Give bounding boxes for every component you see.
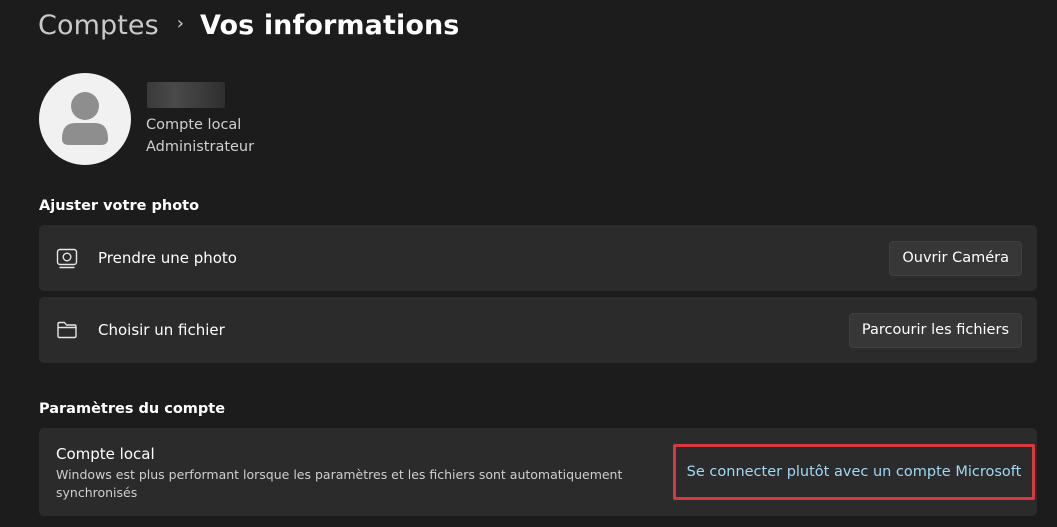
person-icon [62, 92, 108, 145]
local-account-title: Compte local [56, 445, 155, 463]
breadcrumb-parent-link[interactable]: Comptes [38, 10, 159, 41]
photo-section-title: Ajuster votre photo [39, 198, 200, 214]
account-section-title: Paramètres du compte [39, 401, 226, 417]
account-role: Administrateur [146, 139, 255, 155]
microsoft-signin-link[interactable]: Se connecter plutôt avec un compte Micro… [687, 464, 1022, 480]
browse-files-button[interactable]: Parcourir les fichiers [848, 312, 1022, 348]
breadcrumb-separator: › [176, 12, 184, 34]
account-type: Compte local [146, 117, 242, 133]
folder-icon [57, 321, 77, 339]
choose-file-card: Choisir un fichier Parcourir les fichier… [39, 297, 1037, 363]
open-camera-button[interactable]: Ouvrir Caméra [889, 240, 1022, 276]
take-photo-card: Prendre une photo Ouvrir Caméra [39, 225, 1037, 291]
profile-info: Compte local Administrateur [146, 82, 255, 165]
breadcrumb: Comptes › Vos informations [38, 6, 459, 44]
microsoft-signin-highlight: Se connecter plutôt avec un compte Micro… [673, 444, 1035, 500]
take-photo-label: Prendre une photo [98, 249, 237, 267]
redacted-user-name [147, 82, 225, 108]
choose-file-label: Choisir un fichier [98, 321, 225, 339]
local-account-description: Windows est plus performant lorsque les … [56, 467, 623, 500]
local-account-card: Compte local Windows est plus performant… [39, 428, 1037, 516]
profile-header: Compte local Administrateur [39, 73, 254, 165]
avatar [39, 73, 131, 165]
camera-icon [56, 248, 78, 269]
page-title: Vos informations [199, 9, 460, 41]
